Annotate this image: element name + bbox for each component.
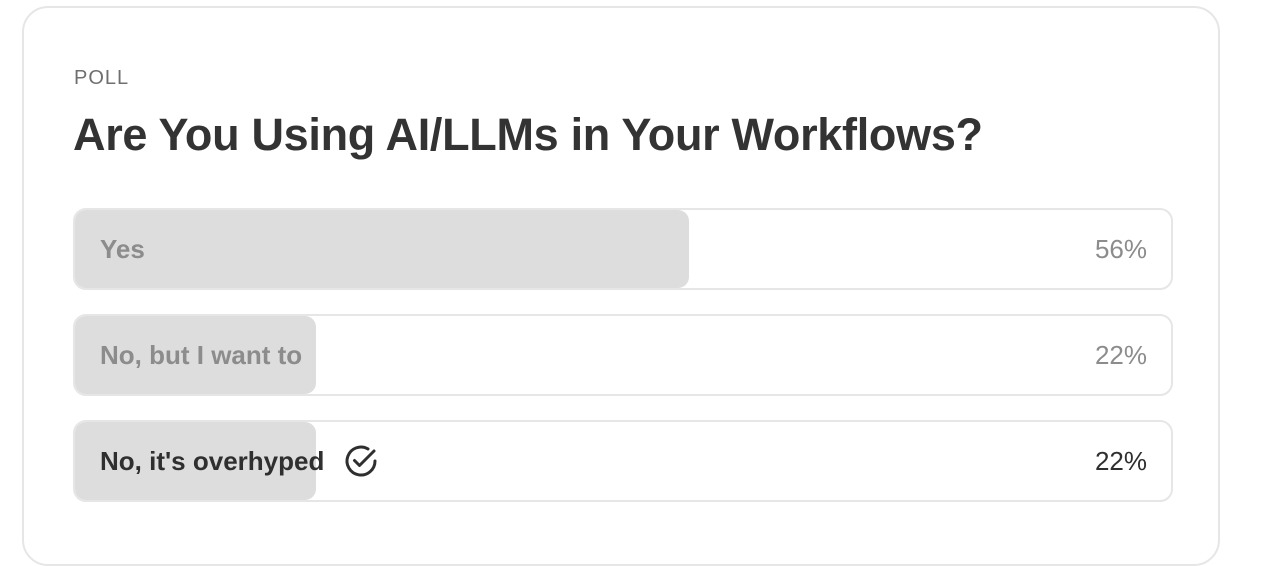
poll-title: Are You Using AI/LLMs in Your Workflows? [73, 109, 983, 160]
option-percent: 22% [1094, 339, 1147, 370]
poll-option-yes[interactable]: Yes 56% [73, 208, 1173, 290]
poll-option-no-but-want[interactable]: No, but I want to 22% [73, 314, 1173, 396]
option-percent: 22% [1094, 445, 1147, 476]
check-circle-icon [342, 442, 380, 480]
option-label: No, but I want to [100, 339, 303, 370]
option-percent: 56% [1094, 233, 1147, 264]
poll-card: POLL Are You Using AI/LLMs in Your Workf… [22, 6, 1220, 566]
option-label: Yes [100, 233, 145, 264]
poll-eyebrow: POLL [74, 67, 130, 89]
option-label: No, it's overhyped [100, 445, 325, 476]
option-label-wrap: No, it's overhyped [100, 422, 380, 500]
poll-option-overhyped[interactable]: No, it's overhyped 22% [73, 420, 1173, 502]
option-result-bar [75, 210, 689, 288]
